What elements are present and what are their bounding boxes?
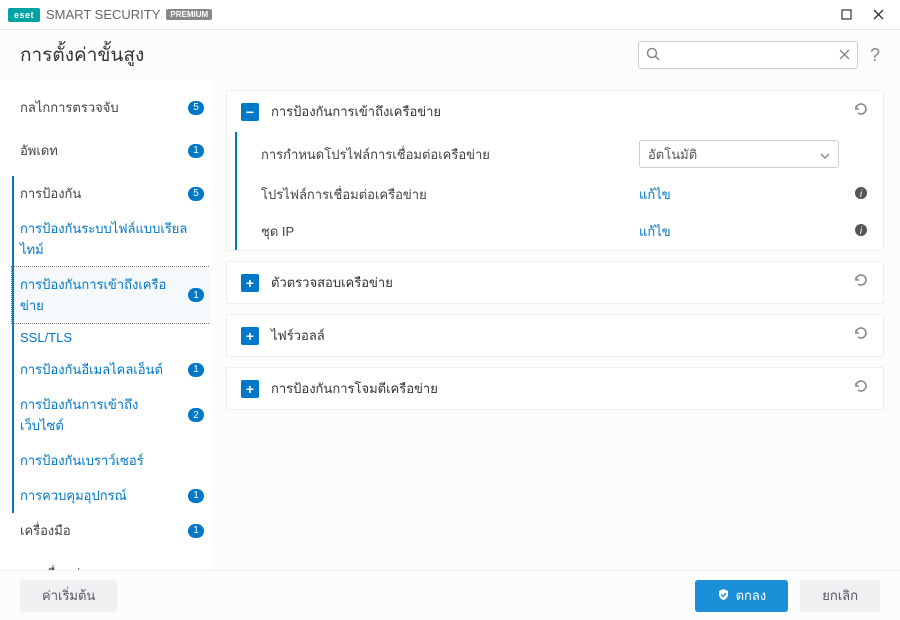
expand-icon[interactable]: +	[241, 327, 259, 345]
badge: 5	[188, 187, 204, 201]
badge: 5	[188, 101, 204, 115]
sidebar-item-label: การป้องกันเบราว์เซอร์	[20, 450, 204, 471]
sidebar-item-8[interactable]: การป้องกันเบราว์เซอร์	[12, 443, 210, 478]
titlebar: eset SMART SECURITY PREMIUM	[0, 0, 900, 30]
page-title: การตั้งค่าขั้นสูง	[20, 40, 144, 70]
setting-label: ชุด IP	[261, 221, 639, 242]
collapse-icon[interactable]: −	[241, 103, 259, 121]
sidebar-item-label: การป้องกันอีเมลไคลเอ็นต์	[20, 359, 182, 380]
sidebar-item-label: การป้องกัน	[20, 183, 182, 204]
panel-3: + การป้องกันการโจมตีเครือข่าย	[226, 367, 884, 410]
brand: eset SMART SECURITY PREMIUM	[8, 7, 212, 22]
search-wrap	[638, 41, 858, 69]
sidebar-item-4[interactable]: การป้องกันการเข้าถึงเครือข่าย 1	[12, 267, 210, 323]
sidebar-item-label: การป้องกันการเข้าถึงเครือข่าย	[20, 274, 182, 316]
ok-label: ตกลง	[736, 585, 767, 606]
expand-icon[interactable]: +	[241, 274, 259, 292]
panel-header[interactable]: + การป้องกันการโจมตีเครือข่าย	[227, 368, 883, 409]
search-input[interactable]	[638, 41, 858, 69]
sidebar-item-label: การป้องกันระบบไฟล์แบบเรียลไทม์	[20, 218, 204, 260]
undo-icon[interactable]	[853, 101, 869, 122]
sidebar-item-3[interactable]: การป้องกันระบบไฟล์แบบเรียลไทม์	[12, 211, 210, 267]
undo-icon[interactable]	[853, 325, 869, 346]
undo-icon[interactable]	[853, 378, 869, 399]
sidebar-item-label: กลไกการตรวจจับ	[20, 97, 182, 118]
square-icon	[841, 9, 852, 20]
sidebar-item-label: การป้องกันการเข้าถึงเว็บไซต์	[20, 394, 182, 436]
maximize-button[interactable]	[832, 4, 860, 26]
sidebar-item-2[interactable]: การป้องกัน 5	[12, 176, 210, 211]
panel-title: ตัวตรวจสอบเครือข่าย	[271, 272, 853, 293]
sidebar-item-label: เครื่องมือ	[20, 520, 182, 541]
close-button[interactable]	[864, 4, 892, 26]
sidebar-item-label: การควบคุมอุปกรณ์	[20, 485, 182, 506]
brand-tier: PREMIUM	[166, 9, 212, 20]
brand-name: SMART SECURITY	[46, 7, 160, 22]
sidebar-item-1[interactable]: อัพเดท 1	[12, 133, 210, 168]
sidebar-item-10[interactable]: เครื่องมือ 1	[12, 513, 210, 548]
badge: 2	[188, 408, 204, 422]
content: −การป้องกันการเข้าถึงเครือข่ายการกำหนดโป…	[210, 80, 900, 570]
panel-title: การป้องกันการโจมตีเครือข่าย	[271, 378, 853, 399]
panel-title: ไฟร์วอลล์	[271, 325, 853, 346]
sidebar-item-label: SSL/TLS	[20, 330, 204, 345]
ok-button[interactable]: ตกลง	[695, 580, 789, 612]
setting-label: โปรไฟล์การเชื่อมต่อเครือข่าย	[261, 184, 639, 205]
setting-row-2: ชุด IPแก้ไข i	[237, 213, 883, 250]
panel-2: + ไฟร์วอลล์	[226, 314, 884, 357]
badge: 1	[188, 144, 204, 158]
chevron-down-icon	[820, 147, 830, 162]
sidebar-item-7[interactable]: การป้องกันการเข้าถึงเว็บไซต์ 2	[12, 387, 210, 443]
badge: 1	[188, 288, 204, 302]
expand-icon[interactable]: +	[241, 380, 259, 398]
setting-label: การกำหนดโปรไฟล์การเชื่อมต่อเครือข่าย	[261, 144, 639, 165]
header: การตั้งค่าขั้นสูง ?	[0, 30, 900, 80]
panel-header[interactable]: + ตัวตรวจสอบเครือข่าย	[227, 262, 883, 303]
info-icon[interactable]: i	[853, 223, 869, 240]
profile-select[interactable]: อัตโนมัติ	[639, 140, 839, 168]
window-controls	[832, 4, 892, 26]
sidebar: กลไกการตรวจจับ5อัพเดท1การป้องกัน5การป้อง…	[0, 80, 210, 570]
sidebar-item-5[interactable]: SSL/TLS	[12, 323, 210, 352]
body: กลไกการตรวจจับ5อัพเดท1การป้องกัน5การป้อง…	[0, 80, 900, 570]
badge: 1	[188, 363, 204, 377]
sidebar-item-9[interactable]: การควบคุมอุปกรณ์ 1	[12, 478, 210, 513]
select-value: อัตโนมัติ	[648, 144, 697, 165]
info-icon[interactable]: i	[853, 186, 869, 203]
sidebar-item-label: การเชื่อมต่อ	[20, 563, 204, 570]
edit-link[interactable]: แก้ไข	[639, 187, 671, 202]
badge: 1	[188, 489, 204, 503]
footer: ค่าเริ่มต้น ตกลง ยกเลิก	[0, 570, 900, 620]
sidebar-item-11[interactable]: การเชื่อมต่อ	[12, 556, 210, 570]
close-icon	[873, 9, 884, 20]
sidebar-item-6[interactable]: การป้องกันอีเมลไคลเอ็นต์ 1	[12, 352, 210, 387]
undo-icon[interactable]	[853, 272, 869, 293]
sidebar-item-0[interactable]: กลไกการตรวจจับ 5	[12, 90, 210, 125]
panel-0: −การป้องกันการเข้าถึงเครือข่ายการกำหนดโป…	[226, 90, 884, 251]
panel-1: + ตัวตรวจสอบเครือข่าย	[226, 261, 884, 304]
panel-title: การป้องกันการเข้าถึงเครือข่าย	[271, 101, 853, 122]
panel-header[interactable]: −การป้องกันการเข้าถึงเครือข่าย	[227, 91, 883, 132]
setting-row-0: การกำหนดโปรไฟล์การเชื่อมต่อเครือข่าย อัตโ…	[237, 132, 883, 176]
cancel-button[interactable]: ยกเลิก	[800, 580, 880, 612]
shield-icon	[717, 588, 730, 604]
panel-header[interactable]: + ไฟร์วอลล์	[227, 315, 883, 356]
default-button[interactable]: ค่าเริ่มต้น	[20, 580, 117, 612]
badge: 1	[188, 524, 204, 538]
edit-link[interactable]: แก้ไข	[639, 224, 671, 239]
sidebar-item-label: อัพเดท	[20, 140, 182, 161]
search-clear-icon[interactable]	[839, 47, 850, 63]
panel-body: การกำหนดโปรไฟล์การเชื่อมต่อเครือข่าย อัตโ…	[235, 132, 883, 250]
help-icon[interactable]: ?	[870, 45, 880, 66]
brand-badge: eset	[8, 8, 40, 22]
setting-row-1: โปรไฟล์การเชื่อมต่อเครือข่ายแก้ไข i	[237, 176, 883, 213]
